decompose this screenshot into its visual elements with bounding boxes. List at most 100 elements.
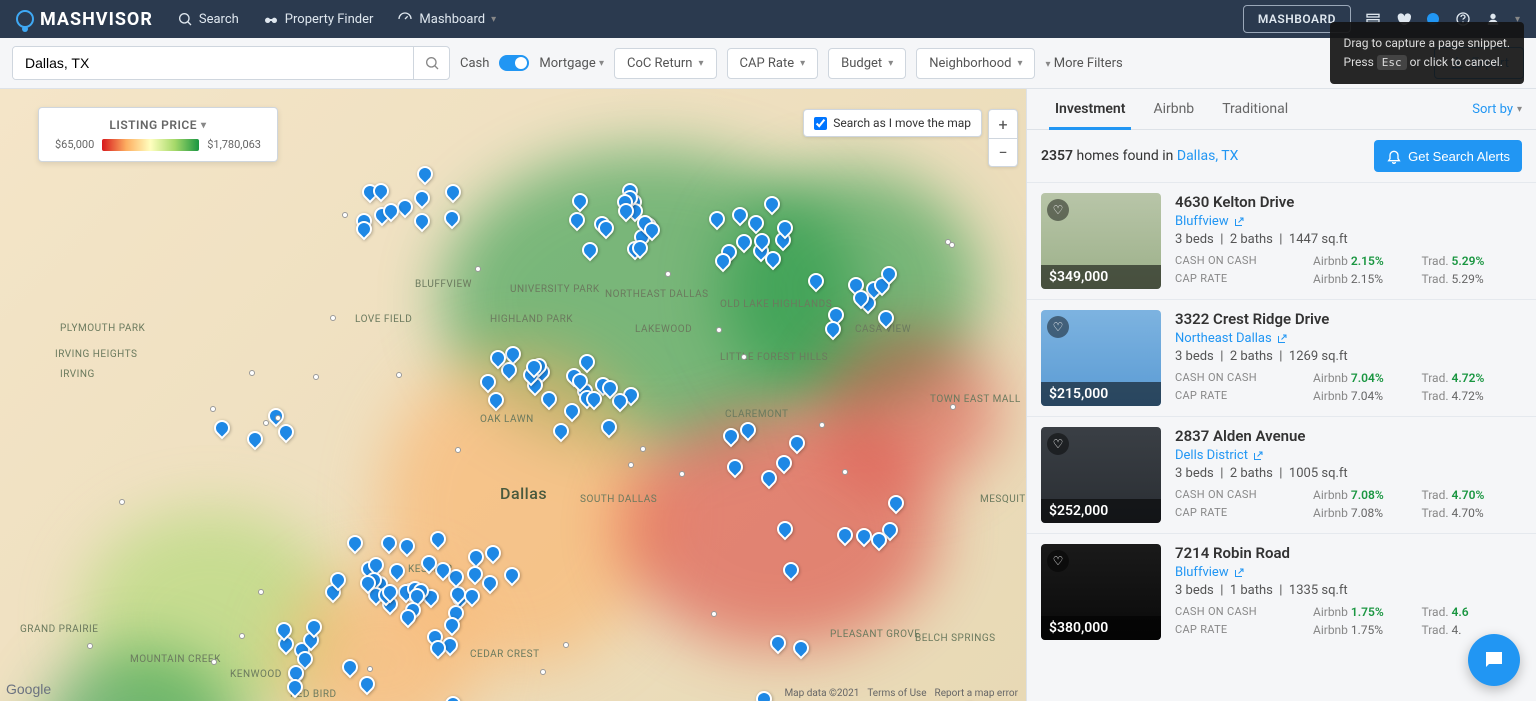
listing-card[interactable]: ♡ $349,000 4630 Kelton Drive Bluffview 3… — [1027, 182, 1536, 299]
listing-image[interactable]: ♡ $215,000 — [1041, 310, 1161, 406]
tab-traditional[interactable]: Traditional — [1208, 89, 1302, 129]
map-pin[interactable] — [566, 209, 589, 232]
nav-mashboard[interactable]: Mashboard ▾ — [397, 11, 496, 27]
filter-coc-return[interactable]: CoC Return▾ — [614, 48, 717, 79]
map-pin[interactable] — [442, 693, 465, 701]
map-terms-link[interactable]: Terms of Use — [867, 688, 926, 699]
map-pin[interactable] — [753, 688, 776, 701]
map[interactable]: IrvingDallasHighland ParkUniversity Park… — [0, 89, 1026, 701]
map-pin[interactable] — [761, 193, 784, 216]
filter-neighborhood[interactable]: Neighborhood▾ — [916, 48, 1035, 79]
more-filters-button[interactable]: ▾ More Filters — [1045, 56, 1122, 71]
map-pin[interactable] — [723, 456, 746, 479]
map-dot — [249, 370, 255, 376]
map-pin[interactable] — [441, 180, 464, 203]
listing-image[interactable]: ♡ $349,000 — [1041, 193, 1161, 289]
listing-image[interactable]: ♡ $380,000 — [1041, 544, 1161, 640]
tab-airbnb[interactable]: Airbnb — [1139, 89, 1208, 129]
zoom-in-button[interactable]: + — [989, 110, 1017, 138]
map-pin[interactable] — [344, 531, 367, 554]
map-pin[interactable] — [396, 534, 419, 557]
map-pin[interactable] — [378, 531, 401, 554]
map-pin[interactable] — [210, 416, 233, 439]
map-pin[interactable] — [569, 190, 592, 213]
map-pin[interactable] — [805, 270, 828, 293]
map-pin[interactable] — [578, 238, 601, 261]
listing-address[interactable]: 7214 Robin Road — [1175, 544, 1522, 562]
search-as-move-toggle[interactable]: Search as I move the map — [803, 109, 982, 137]
map-pin[interactable] — [476, 371, 499, 394]
map-pin[interactable] — [789, 637, 812, 660]
map-pin[interactable] — [766, 631, 789, 654]
map-pin[interactable] — [773, 452, 796, 475]
listing-address[interactable]: 4630 Kelton Drive — [1175, 193, 1522, 211]
zoom-out-button[interactable]: − — [989, 138, 1017, 166]
map-pin[interactable] — [785, 431, 808, 454]
sort-by-dropdown[interactable]: Sort by▾ — [1472, 102, 1522, 117]
get-alerts-button[interactable]: Get Search Alerts — [1374, 140, 1522, 172]
filter-budget-label: Budget — [841, 56, 882, 71]
listing-neighborhood-link[interactable]: Bluffview — [1175, 565, 1522, 580]
brand-logo[interactable]: MASHVISOR — [16, 9, 153, 30]
listing-card[interactable]: ♡ $380,000 7214 Robin Road Bluffview 3 b… — [1027, 533, 1536, 650]
favorite-button[interactable]: ♡ — [1047, 316, 1069, 338]
map-pin[interactable] — [706, 207, 729, 230]
tab-investment[interactable]: Investment — [1041, 89, 1139, 129]
map-pin[interactable] — [958, 699, 981, 701]
map-dot — [842, 469, 848, 475]
listing-neighborhood-link[interactable]: Dells District — [1175, 448, 1522, 463]
map-report-link[interactable]: Report a map error — [935, 688, 1018, 699]
map-pin[interactable] — [598, 415, 621, 438]
listing-card[interactable]: ♡ $252,000 2837 Alden Avenue Dells Distr… — [1027, 416, 1536, 533]
search-as-move-checkbox[interactable] — [814, 117, 827, 130]
map-pin[interactable] — [875, 307, 898, 330]
cash-mortgage-toggle[interactable] — [499, 55, 529, 71]
map-pin[interactable] — [758, 467, 781, 490]
metric-airbnb-coc: Airbnb 7.04% — [1313, 371, 1414, 385]
map-dot — [711, 611, 717, 617]
map-pin[interactable] — [426, 528, 449, 551]
listing-image[interactable]: ♡ $252,000 — [1041, 427, 1161, 523]
map-pin[interactable] — [338, 656, 361, 679]
map-dot — [239, 633, 245, 639]
map-pin[interactable] — [355, 673, 378, 696]
listing-address[interactable]: 2837 Alden Avenue — [1175, 427, 1522, 445]
map-pin[interactable] — [284, 676, 307, 699]
map-pin[interactable] — [500, 564, 523, 587]
favorite-button[interactable]: ♡ — [1047, 550, 1069, 572]
favorite-button[interactable]: ♡ — [1047, 433, 1069, 455]
listing-neighborhood-link[interactable]: Bluffview — [1175, 214, 1522, 229]
legend-dropdown[interactable]: LISTING PRICE▾ — [55, 118, 261, 132]
map-pin[interactable] — [774, 517, 797, 540]
filter-cap-rate[interactable]: CAP Rate▾ — [727, 48, 819, 79]
listing-neighborhood-link[interactable]: Northeast Dallas — [1175, 331, 1522, 346]
chat-widget[interactable] — [1468, 634, 1520, 686]
listing-card[interactable]: ♡ $215,000 3322 Crest Ridge Drive Northe… — [1027, 299, 1536, 416]
map-pin[interactable] — [780, 559, 803, 582]
map-pin[interactable] — [441, 206, 464, 229]
map-pin[interactable] — [482, 542, 505, 565]
nav-search[interactable]: Search — [177, 11, 239, 27]
map-pin[interactable] — [538, 387, 561, 410]
results-city-link[interactable]: Dallas, TX — [1177, 148, 1239, 164]
map-pin[interactable] — [414, 163, 437, 186]
listing-address[interactable]: 3322 Crest Ridge Drive — [1175, 310, 1522, 328]
cash-label: Cash — [460, 56, 489, 71]
map-pin[interactable] — [719, 424, 742, 447]
nav-property-finder[interactable]: Property Finder — [263, 11, 374, 27]
listings-container[interactable]: ♡ $349,000 4630 Kelton Drive Bluffview 3… — [1027, 182, 1536, 701]
map-pin[interactable] — [386, 560, 409, 583]
finance-toggle: Cash Mortgage ▾ — [460, 55, 604, 71]
map-pin[interactable] — [737, 419, 760, 442]
map-pin[interactable] — [411, 187, 434, 210]
map-pin[interactable] — [834, 524, 857, 547]
map-pin[interactable] — [550, 420, 573, 443]
location-search-button[interactable] — [413, 47, 449, 79]
filter-budget[interactable]: Budget▾ — [828, 48, 906, 79]
map-pin[interactable] — [410, 210, 433, 233]
map-pin[interactable] — [885, 491, 908, 514]
location-input[interactable] — [13, 47, 413, 79]
favorite-button[interactable]: ♡ — [1047, 199, 1069, 221]
listing-specs: 3 beds | 2 baths | 1005 sq.ft — [1175, 466, 1522, 481]
map-pin[interactable] — [244, 428, 267, 451]
